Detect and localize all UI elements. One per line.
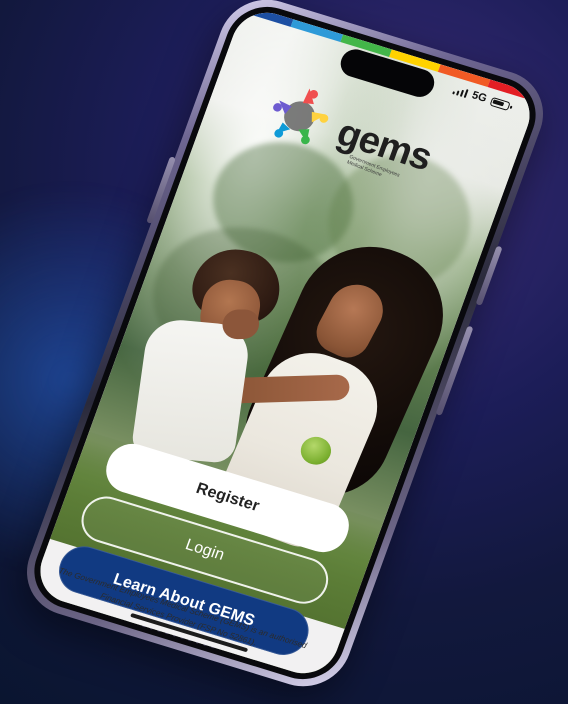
child-hand xyxy=(222,309,260,340)
child-body xyxy=(130,317,253,464)
woman-arm xyxy=(227,374,350,404)
signal-icon xyxy=(452,85,469,99)
scene-background: 5G gems Government Employees Medical Sch… xyxy=(0,0,568,704)
